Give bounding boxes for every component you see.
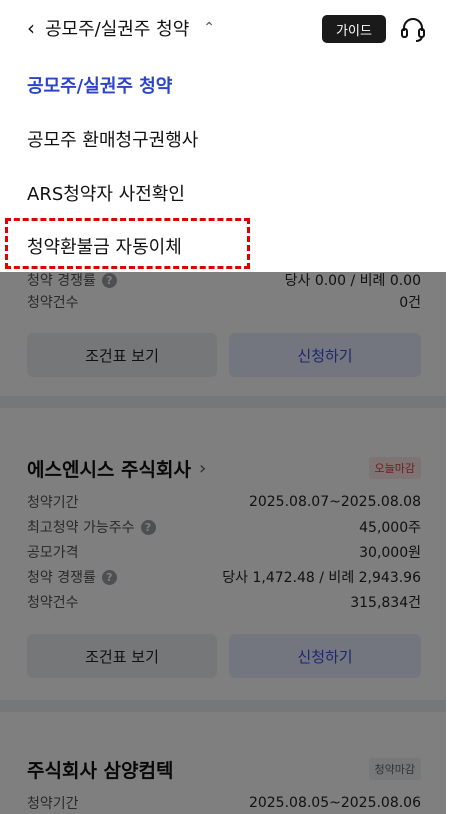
dim-overlay[interactable] [0,272,446,814]
header-dropdown: ‹ 공모주/실권주 청약 ⌃ 가이드 공모주/실권주 청약 공모주 환매청구권행… [0,0,446,272]
page: 청약 경쟁률? 당사 0.00 / 비례 0.00 청약건수 0건 조건표 보기… [0,0,446,814]
page-title: 공모주/실권주 청약 [45,19,190,40]
page-title-toggle[interactable]: ‹ 공모주/실권주 청약 ⌃ [27,15,215,41]
menu-item-ipo-subscription[interactable]: 공모주/실권주 청약 [27,72,172,98]
back-chevron-icon[interactable]: ‹ [27,16,35,40]
menu-item-ars-check[interactable]: ARS청약자 사전확인 [27,180,185,206]
highlight-box [5,218,250,269]
chevron-up-icon[interactable]: ⌃ [203,20,215,36]
screen-edge [446,0,451,814]
headset-icon[interactable] [398,14,428,44]
menu-item-putback-option[interactable]: 공모주 환매청구권행사 [27,126,198,152]
guide-button[interactable]: 가이드 [322,15,386,43]
